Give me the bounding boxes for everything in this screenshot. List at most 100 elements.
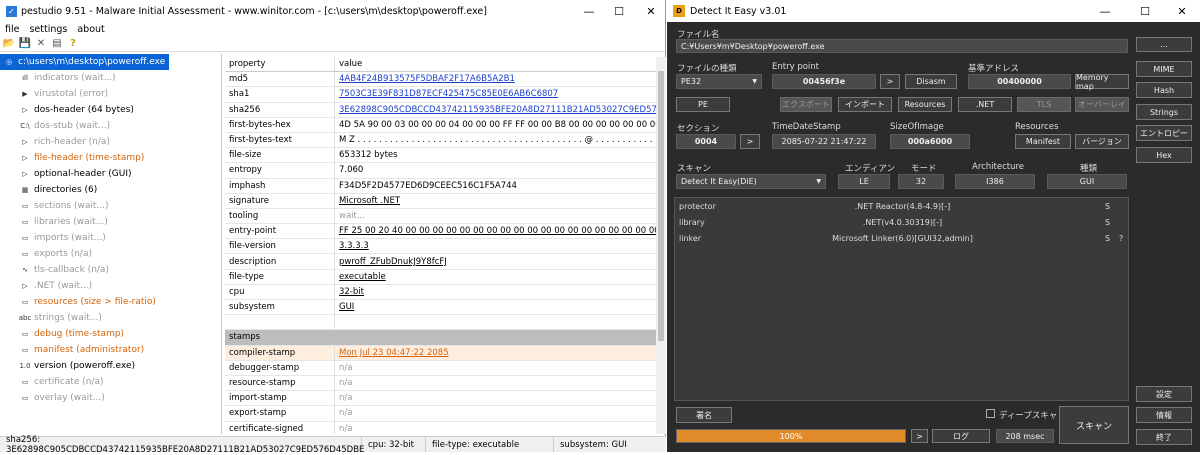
close-icon[interactable]: ✕ [636,0,666,22]
menu-about[interactable]: about [77,24,104,35]
tree-item[interactable]: ▷ dos-header (64 bytes) [0,102,221,118]
table-row[interactable]: first-bytes-text M Z . . . . . . . . . . … [225,132,656,149]
table-row[interactable]: file-size 653312 bytes [225,148,656,164]
tree-item[interactable]: ▭ resources (size > file-ratio) [0,294,221,310]
tree-item[interactable]: 1.0 version (poweroff.exe) [0,358,221,374]
tree-item[interactable]: ▷ optional-header (GUI) [0,166,221,182]
table-row[interactable]: entry-point FF 25 00 20 40 00 00 00 00 00… [225,224,656,240]
soi-field[interactable]: 000a6000 [890,134,970,149]
resources-button[interactable]: Resources [898,97,952,112]
tls-button[interactable]: TLS [1017,97,1071,112]
section-field[interactable]: 0004 [676,134,736,149]
open-icon[interactable]: 📂 [3,38,15,50]
menu-file[interactable]: file [5,24,19,35]
tree-item[interactable]: ▭ manifest (administrator) [0,342,221,358]
scan-select[interactable]: Detect It Easy(DiE) ▼ [676,174,826,189]
table-row[interactable]: file-version 3.3.3.3 [225,239,656,255]
strings-button[interactable]: Strings [1136,104,1192,120]
mime-button[interactable]: MIME [1136,61,1192,77]
filetype-select[interactable]: PE32 ▼ [676,74,762,89]
tree-item[interactable]: ∿ tls-callback (n/a) [0,262,221,278]
table-row[interactable]: file-type executable [225,269,656,285]
export-button[interactable]: エクスポート [780,97,832,112]
entry-arrow-button[interactable]: > [880,74,900,89]
tree-item[interactable]: ▷ file-header (time-stamp) [0,150,221,166]
exit-button[interactable]: 終了 [1136,429,1192,445]
table-row[interactable]: imphash F34D5F2D4577ED6D9CEEC516C1F5A744 [225,178,656,194]
tree-item[interactable]: ▭ certificate (n/a) [0,374,221,390]
tree-item[interactable]: ▷ rich-header (n/a) [0,134,221,150]
filename-field[interactable]: C:¥Users¥m¥Desktop¥poweroff.exe [676,39,1128,53]
overlay-button[interactable]: オーバーレイ [1075,97,1129,112]
tree-item[interactable]: abc strings (wait...) [0,310,221,326]
die-minimize-icon[interactable]: — [1090,0,1120,22]
version-button[interactable]: バージョン [1075,134,1129,149]
table-row[interactable]: subsystem GUI [225,300,656,316]
table-row[interactable]: cpu 32-bit [225,284,656,300]
minimize-icon[interactable]: — [574,0,604,22]
maximize-icon[interactable]: ☐ [604,0,634,22]
entry-field[interactable]: 00456f3e [772,74,876,89]
menu-settings[interactable]: settings [29,24,67,35]
arch-field[interactable]: I386 [955,174,1035,189]
table-row[interactable]: compiler-stamp Mon Jul 23 04:47:22 2085 [225,345,656,361]
tree-item[interactable]: ▭ overlay (wait...) [0,390,221,406]
endian-field[interactable]: LE [838,174,890,189]
memory-map-button[interactable]: Memory map [1075,73,1129,91]
table-row[interactable]: export-stamp n/a [225,406,656,422]
table-row[interactable]: md5 4AB4F24B913575F5DBAF2F17A6B5A2B1 [225,72,656,88]
table-row[interactable]: debugger-stamp n/a [225,360,656,376]
settings-button[interactable]: 設定 [1136,386,1192,402]
table-row[interactable]: sha1 7503C3E39F831D87ECF425475C85E0E6AB6C… [225,87,656,103]
manifest-button[interactable]: Manifest [1015,134,1071,149]
tree-item[interactable]: ▭ debug (time-stamp) [0,326,221,342]
table-row[interactable]: description pwroff_ZFubDnukJ9Y8fcFJ [225,254,656,270]
table-row[interactable]: signature Microsoft .NET [225,193,656,209]
pe-button[interactable]: PE [676,97,730,112]
tree-item[interactable]: ◎ c:\users\m\desktop\poweroff.exe [0,54,170,70]
table-row[interactable]: import-stamp n/a [225,391,656,407]
table-row[interactable]: first-bytes-hex 4D 5A 90 00 03 00 00 00 0… [225,117,656,133]
tree-item[interactable]: C:\ dos-stub (wait...) [0,118,221,134]
tds-field[interactable]: 2085-07-22 21:47:22 [772,134,876,149]
tree-item[interactable]: ▭ exports (n/a) [0,246,221,262]
import-button[interactable]: インポート [838,97,892,112]
header-value[interactable]: value [335,57,656,71]
mode-field[interactable]: 32 [898,174,944,189]
tree-item[interactable]: ▭ libraries (wait...) [0,214,221,230]
tree-item[interactable]: ▷ .NET (wait...) [0,278,221,294]
entropy-button[interactable]: エントロピー [1136,125,1192,141]
scan-button[interactable]: スキャン [1059,406,1129,444]
signature-button[interactable]: 署名 [676,407,732,423]
table-row[interactable]: tooling wait... [225,208,656,225]
table-row[interactable]: certificate-signed n/a [225,421,656,434]
table-scrollbar[interactable] [656,57,666,434]
table-row[interactable]: resource-stamp n/a [225,375,656,392]
section-arrow-button[interactable]: > [740,134,760,149]
delete-icon[interactable]: ✕ [35,38,47,50]
browse-button[interactable]: ... [1136,37,1192,52]
deep-scan-checkbox[interactable] [986,409,995,418]
tree-item[interactable]: ▭ sections (wait...) [0,198,221,214]
type-field[interactable]: GUI [1047,174,1127,189]
properties-icon[interactable]: ▤ [51,38,63,50]
scrollbar-thumb[interactable] [658,71,664,341]
tree-item[interactable]: ▭ imports (wait...) [0,230,221,246]
log-button[interactable]: ログ [932,429,990,443]
table-row[interactable] [225,315,656,331]
info-button[interactable]: 情報 [1136,407,1192,423]
tree-item[interactable]: ıll indicators (wait...) [0,70,221,86]
hex-button[interactable]: Hex [1136,147,1192,163]
help-icon[interactable]: ? [67,38,79,50]
log-arrow-button[interactable]: > [911,429,928,443]
header-property[interactable]: property [225,57,335,72]
tree-item[interactable]: ▦ directories (6) [0,182,221,198]
table-row[interactable]: sha256 3E62898C905CDBCCD43742115935BFE20A… [225,102,656,118]
die-close-icon[interactable]: ✕ [1167,0,1197,22]
hash-button[interactable]: Hash [1136,82,1192,98]
save-icon[interactable]: 💾 [19,38,31,50]
disasm-button[interactable]: Disasm [905,74,957,89]
net-button[interactable]: .NET [958,97,1012,112]
base-field[interactable]: 00400000 [968,74,1071,89]
tree-item[interactable]: ▶ virustotal (error) [0,86,221,102]
